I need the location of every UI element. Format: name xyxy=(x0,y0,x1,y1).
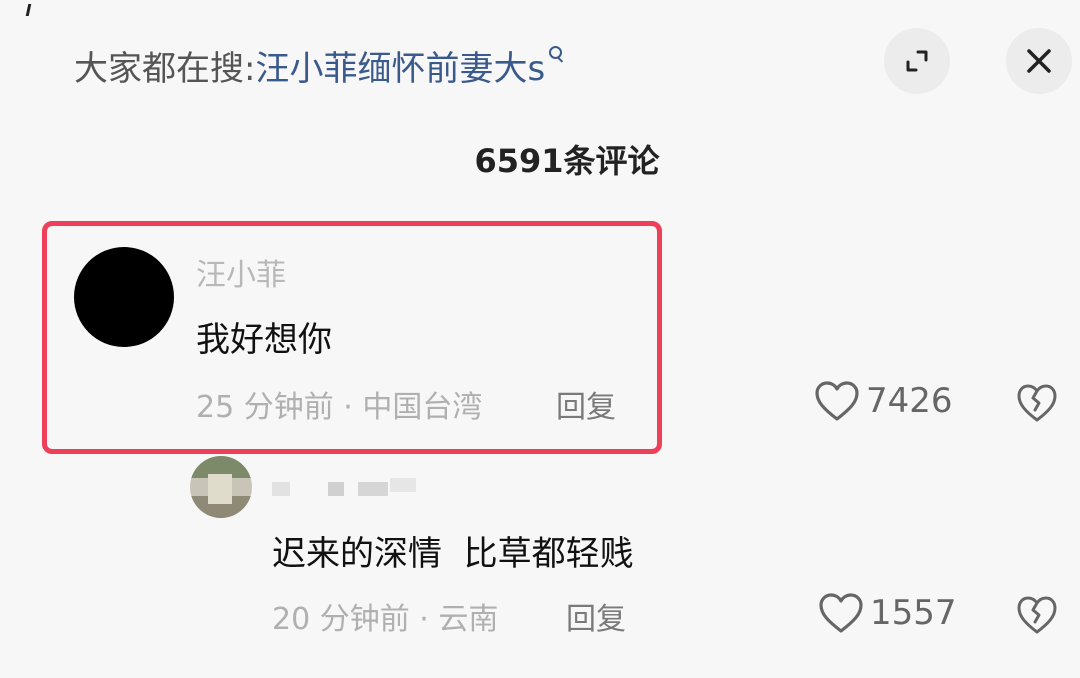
search-suggestion[interactable]: 大家都在搜: 汪小菲缅怀前妻大s xyxy=(74,40,565,90)
search-icon[interactable] xyxy=(549,46,565,66)
collapse-icon xyxy=(906,50,928,72)
comment-panel: 大家都在搜: 汪小菲缅怀前妻大s 6591条评论 汪小菲 我好想你 25 分钟前… xyxy=(0,0,1080,678)
heart-icon xyxy=(815,381,859,421)
broken-heart-icon xyxy=(1017,384,1057,422)
reply-button[interactable]: 回复 xyxy=(556,382,616,426)
like-count: 1557 xyxy=(870,593,957,633)
close-icon xyxy=(1027,49,1051,73)
comment-meta: 25 分钟前 · 中国台湾 xyxy=(196,390,483,425)
search-suggestion-prefix: 大家都在搜: xyxy=(74,48,256,89)
comment-count: 6591条评论 xyxy=(474,142,660,180)
reply-button[interactable]: 回复 xyxy=(566,594,626,638)
close-button[interactable] xyxy=(1006,28,1072,94)
dislike-button[interactable] xyxy=(1016,595,1058,639)
broken-heart-icon xyxy=(1017,596,1057,634)
heart-icon xyxy=(819,593,863,633)
collapse-button[interactable] xyxy=(884,28,950,94)
comment-author[interactable]: 汪小菲 xyxy=(196,250,286,294)
like-count: 7426 xyxy=(866,381,953,421)
comment-text: 迟来的深情 比草都轻贱 xyxy=(272,534,634,574)
search-suggestion-term[interactable]: 汪小菲缅怀前妻大s xyxy=(255,41,545,90)
comment-text: 我好想你 xyxy=(196,320,332,360)
avatar[interactable] xyxy=(74,247,174,347)
avatar[interactable] xyxy=(190,456,252,518)
comment-meta: 20 分钟前 · 云南 xyxy=(272,602,499,637)
like-button[interactable]: 1557 xyxy=(818,592,957,634)
corner-mark xyxy=(25,4,32,16)
like-button[interactable]: 7426 xyxy=(814,380,953,422)
dislike-button[interactable] xyxy=(1016,383,1058,427)
